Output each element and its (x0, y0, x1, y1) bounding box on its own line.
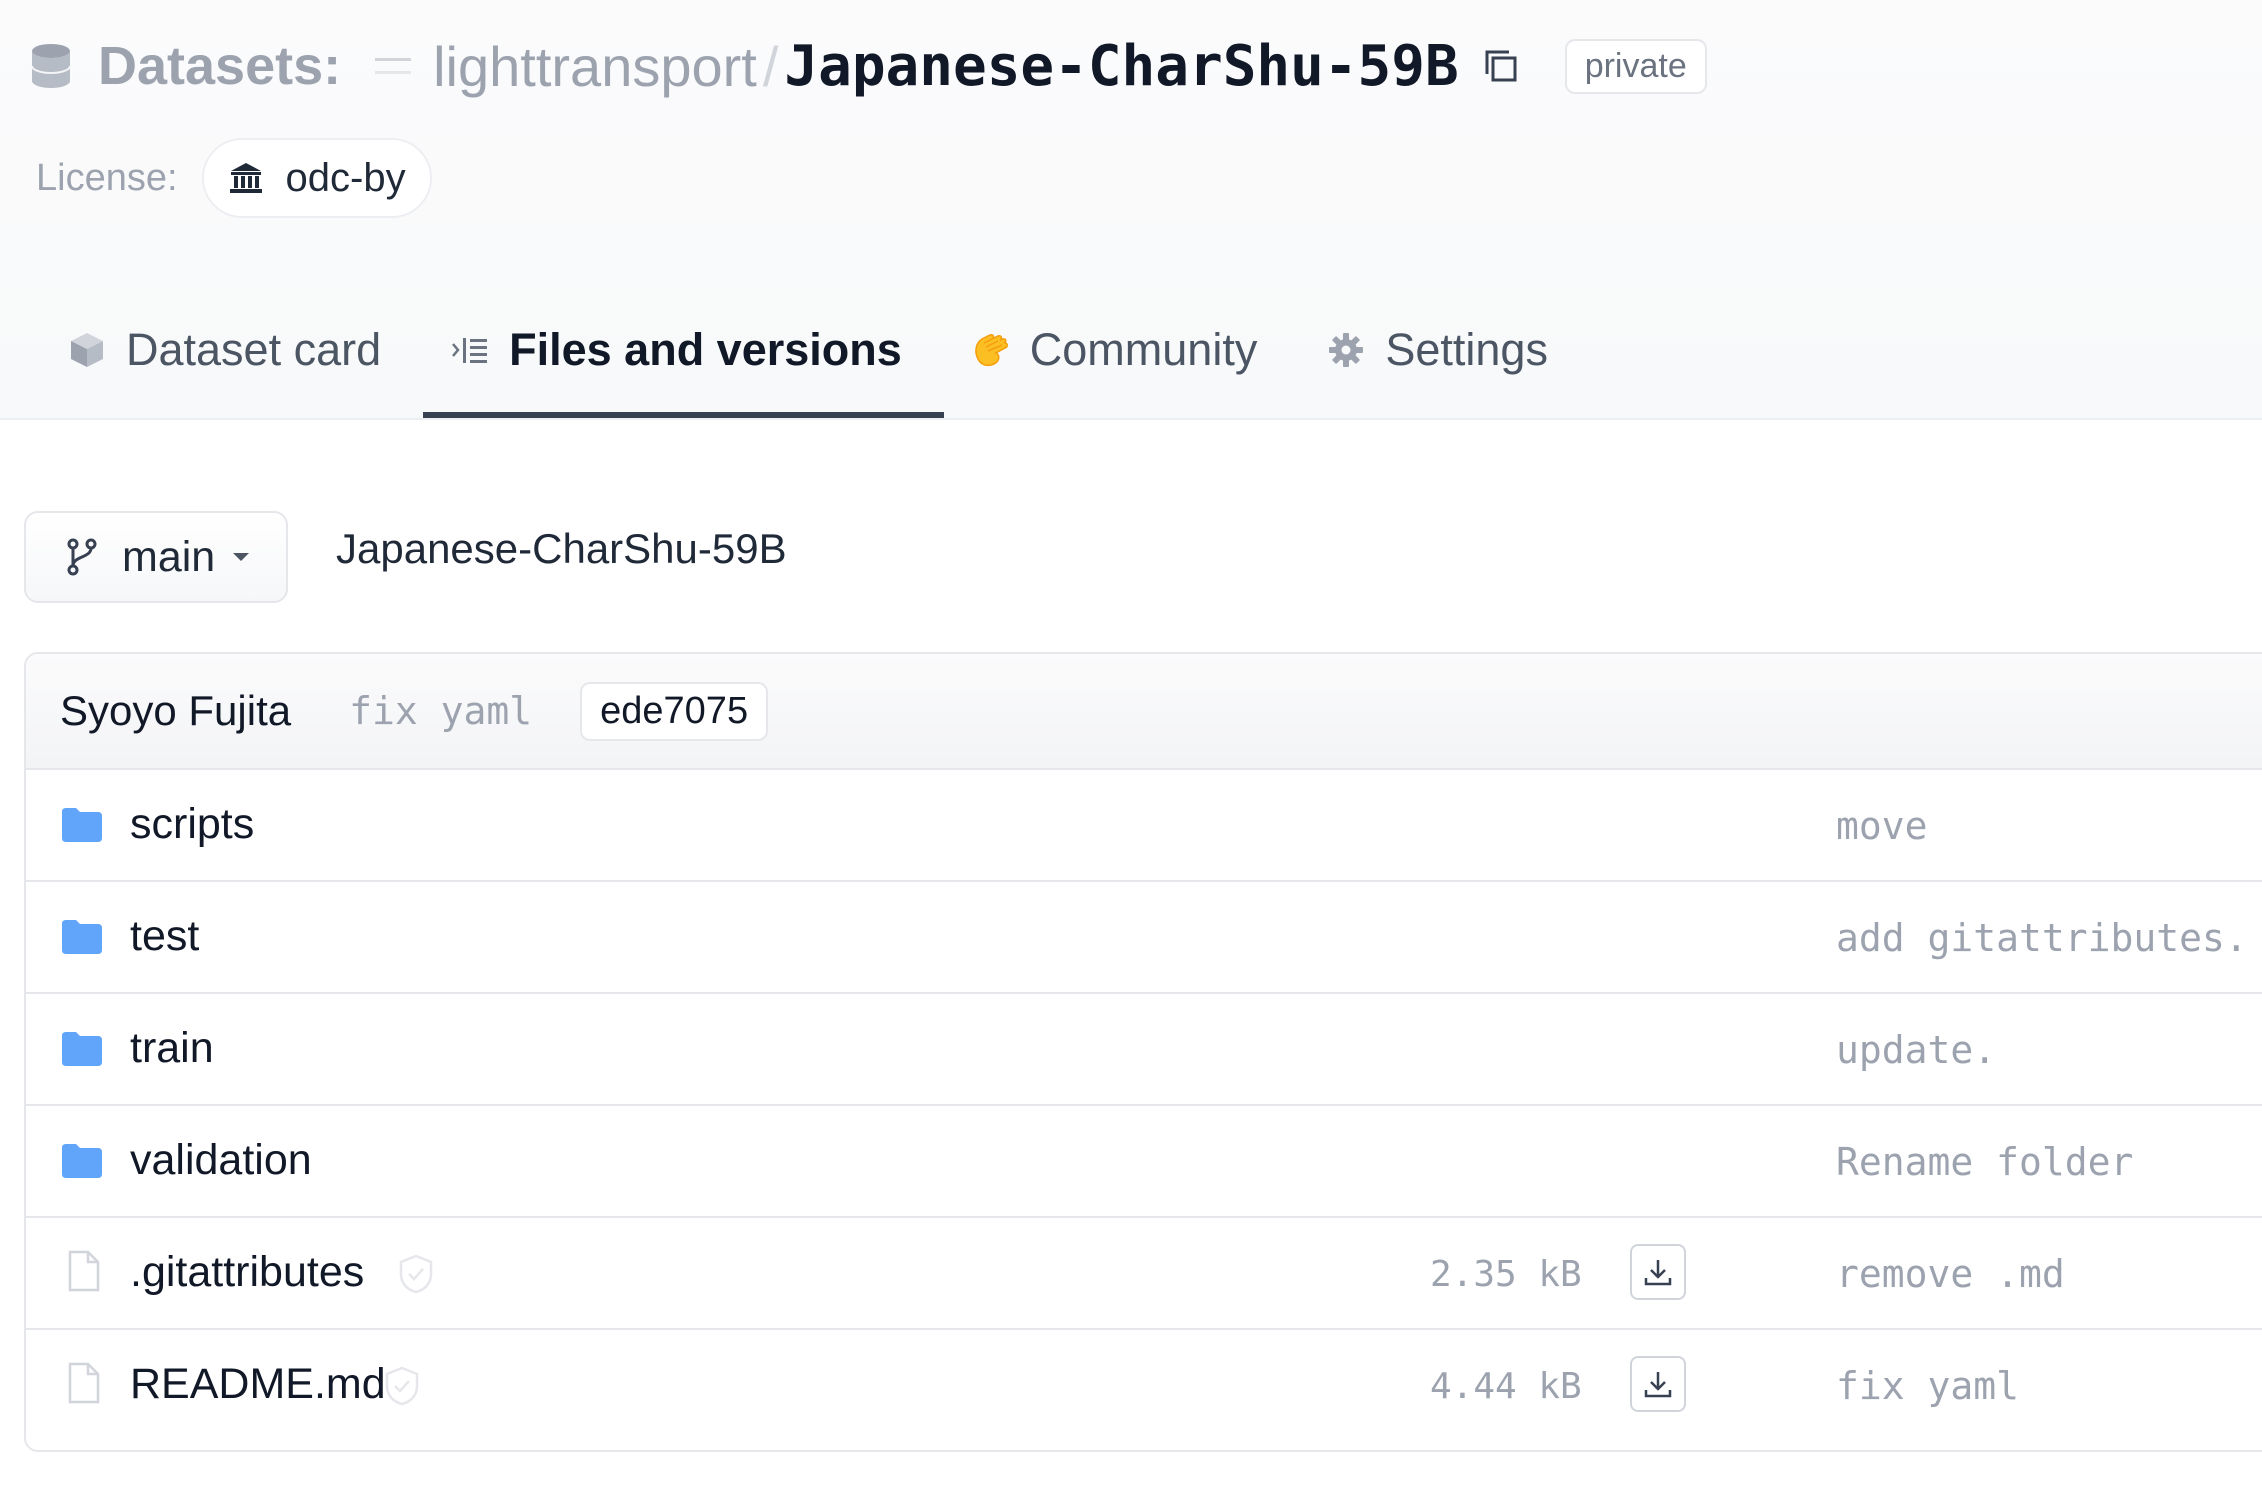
file-name[interactable]: test (130, 912, 199, 961)
git-branch-icon (67, 538, 97, 576)
file-name[interactable]: scripts (130, 800, 254, 849)
files-icon (452, 338, 488, 363)
shield-check-icon[interactable] (398, 1254, 434, 1294)
table-row[interactable]: .gitattributes 2.35 kB remove .md (26, 1218, 2262, 1330)
last-commit-bar: Syoyo Fujita fix yaml ede7075 (26, 654, 2262, 770)
tab-label: Community (1029, 324, 1258, 375)
license-row: License: odc-by (36, 138, 432, 218)
license-label: License: (36, 156, 178, 199)
folder-icon (62, 1032, 102, 1066)
tab-settings[interactable]: Settings (1299, 300, 1590, 418)
cube-icon (71, 333, 103, 367)
table-row[interactable]: scripts move (26, 770, 2262, 882)
file-name[interactable]: validation (130, 1136, 312, 1185)
repo-title-row: Datasets: lighttransport / Japanese-Char… (30, 28, 1707, 104)
file-icon (68, 1250, 100, 1292)
tab-files-and-versions[interactable]: Files and versions (423, 300, 944, 418)
row-commit-message[interactable]: move (1836, 804, 1928, 848)
tab-community[interactable]: Community (944, 300, 1300, 418)
table-row[interactable]: validation Rename folder (26, 1106, 2262, 1218)
tab-label: Settings (1385, 324, 1548, 375)
license-value: odc-by (285, 155, 406, 200)
repo-header: Datasets: lighttransport / Japanese-Char… (0, 0, 2262, 420)
download-icon (1644, 1260, 1672, 1286)
table-row[interactable]: test add gitattributes. (26, 882, 2262, 994)
branch-selector[interactable]: main (24, 511, 288, 603)
table-row[interactable]: README.md 4.44 kB fix yaml (26, 1330, 2262, 1442)
folder-icon (62, 1144, 102, 1178)
tab-dataset-card[interactable]: Dataset card (40, 300, 423, 418)
download-icon (1644, 1372, 1672, 1398)
folder-icon (62, 808, 102, 842)
file-name[interactable]: README.md (130, 1360, 386, 1409)
clapping-hands-icon (974, 334, 1008, 367)
file-table: Syoyo Fujita fix yaml ede7075 scripts mo… (24, 652, 2262, 1452)
file-name[interactable]: train (130, 1024, 214, 1073)
row-commit-message[interactable]: update. (1836, 1028, 1996, 1072)
copy-icon[interactable] (1481, 46, 1521, 86)
commit-hash[interactable]: ede7075 (580, 681, 769, 741)
commit-message[interactable]: fix yaml (349, 689, 532, 733)
row-commit-message[interactable]: remove .md (1836, 1252, 2065, 1296)
file-name[interactable]: .gitattributes (130, 1248, 364, 1297)
tab-label: Dataset card (126, 324, 382, 375)
download-button[interactable] (1630, 1356, 1686, 1412)
database-icon (31, 44, 71, 88)
license-tag[interactable]: odc-by (201, 138, 432, 218)
download-button[interactable] (1630, 1244, 1686, 1300)
folder-icon (62, 920, 102, 954)
file-size: 2.35 kB (1430, 1254, 1582, 1295)
row-commit-message[interactable]: Rename folder (1836, 1140, 2133, 1184)
chevron-down-icon (233, 553, 250, 561)
path-separator: / (762, 34, 779, 98)
branch-name: main (122, 532, 216, 581)
shield-check-icon[interactable] (384, 1366, 420, 1406)
tab-label: Files and versions (509, 324, 902, 375)
owner-avatar (375, 58, 412, 74)
table-row[interactable]: train update. (26, 994, 2262, 1106)
commit-author[interactable]: Syoyo Fujita (60, 687, 291, 735)
breadcrumb[interactable]: Japanese-CharShu-59B (336, 525, 787, 573)
bank-icon (229, 163, 262, 193)
repo-name[interactable]: Japanese-CharShu-59B (784, 34, 1458, 99)
visibility-badge: private (1564, 38, 1707, 94)
row-commit-message[interactable]: fix yaml (1836, 1364, 2019, 1408)
file-size: 4.44 kB (1430, 1366, 1582, 1407)
gear-icon (1329, 333, 1364, 367)
owner-link[interactable]: lighttransport (433, 34, 757, 99)
datasets-label[interactable]: Datasets: (98, 35, 341, 97)
file-icon (68, 1362, 100, 1404)
repo-tabs: Dataset card Files and versions Communit… (40, 300, 1590, 418)
row-commit-message[interactable]: add gitattributes. (1836, 916, 2248, 960)
